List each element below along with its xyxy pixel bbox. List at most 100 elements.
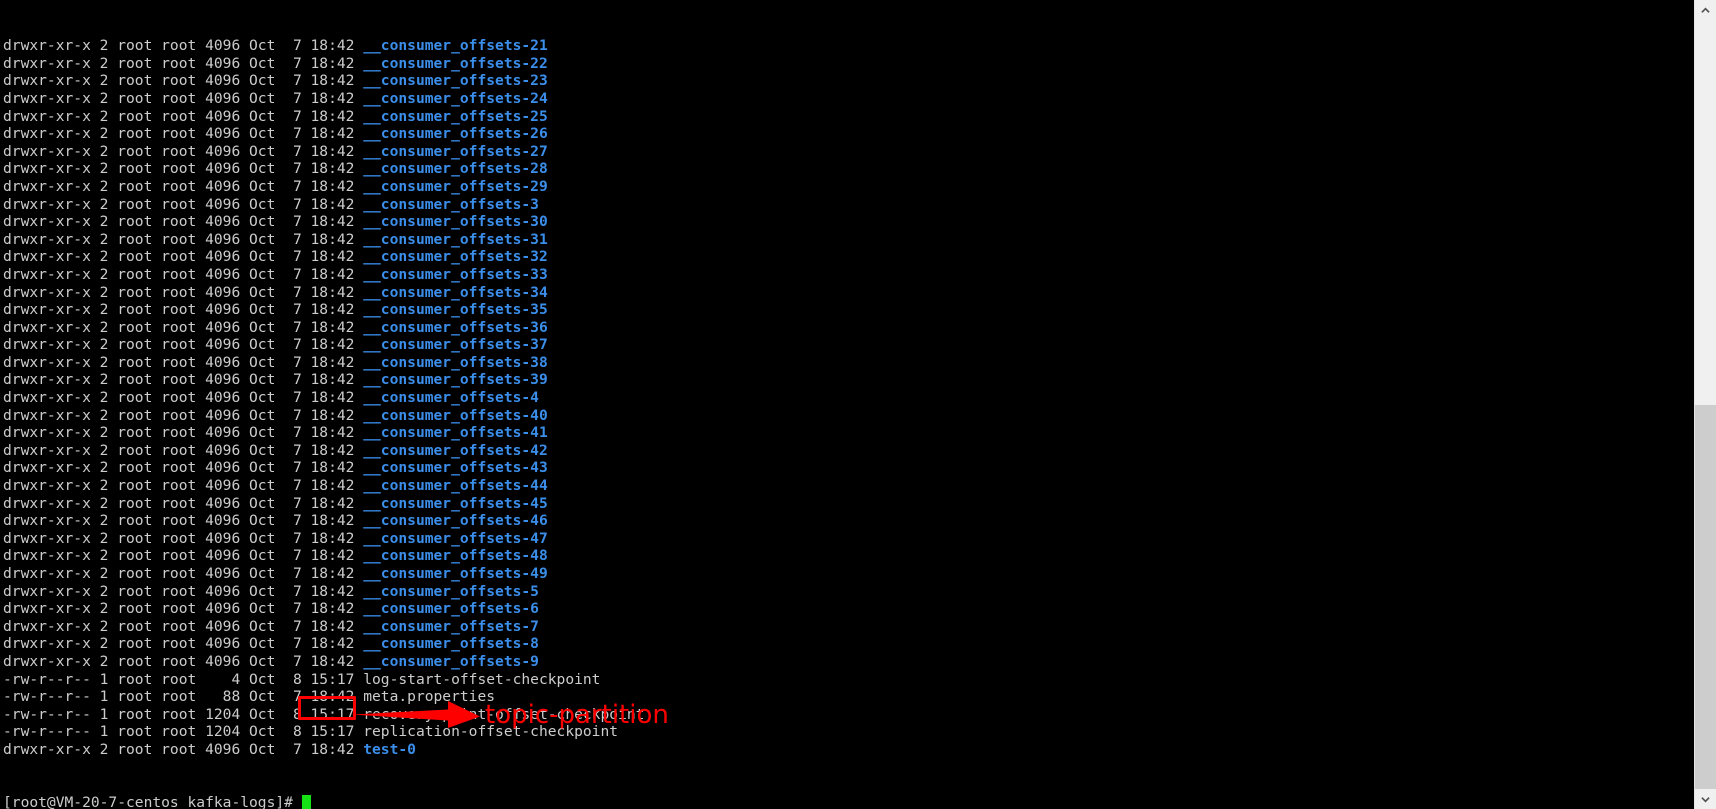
listing-row-name: __consumer_offsets-3 [363, 195, 539, 213]
listing-row-meta: drwxr-xr-x 2 root root 4096 Oct 7 18:42 [3, 652, 364, 670]
listing-row: drwxr-xr-x 2 root root 4096 Oct 7 18:42 … [3, 424, 1694, 442]
listing-row-meta: drwxr-xr-x 2 root root 4096 Oct 7 18:42 [3, 301, 364, 319]
listing-row: drwxr-xr-x 2 root root 4096 Oct 7 18:42 … [3, 389, 1694, 407]
listing-row-meta: drwxr-xr-x 2 root root 4096 Oct 7 18:42 [3, 371, 364, 389]
listing-row: -rw-r--r-- 1 root root 88 Oct 7 18:42 me… [3, 688, 1694, 706]
vertical-scrollbar[interactable] [1694, 0, 1716, 809]
listing-row-name: __consumer_offsets-45 [363, 494, 548, 512]
listing-row-meta: drwxr-xr-x 2 root root 4096 Oct 7 18:42 [3, 72, 364, 90]
terminal-output[interactable]: drwxr-xr-x 2 root root 4096 Oct 7 18:42 … [0, 0, 1694, 809]
listing-row: drwxr-xr-x 2 root root 4096 Oct 7 18:42 … [3, 407, 1694, 425]
listing-row: drwxr-xr-x 2 root root 4096 Oct 7 18:42 … [3, 477, 1694, 495]
listing-row: drwxr-xr-x 2 root root 4096 Oct 7 18:42 … [3, 90, 1694, 108]
listing-row-meta: drwxr-xr-x 2 root root 4096 Oct 7 18:42 [3, 336, 364, 354]
listing-row: drwxr-xr-x 2 root root 4096 Oct 7 18:42 … [3, 600, 1694, 618]
listing-row-meta: drwxr-xr-x 2 root root 4096 Oct 7 18:42 [3, 125, 364, 143]
listing-row-name: __consumer_offsets-25 [363, 107, 548, 125]
listing-row-name: __consumer_offsets-27 [363, 142, 548, 160]
listing-row: -rw-r--r-- 1 root root 1204 Oct 8 15:17 … [3, 723, 1694, 741]
listing-row-name: __consumer_offsets-43 [363, 459, 548, 477]
listing-row: drwxr-xr-x 2 root root 4096 Oct 7 18:42 … [3, 635, 1694, 653]
listing-row-meta: -rw-r--r-- 1 root root 4 Oct 8 15:17 [3, 670, 364, 688]
listing-row: drwxr-xr-x 2 root root 4096 Oct 7 18:42 … [3, 266, 1694, 284]
listing-row: drwxr-xr-x 2 root root 4096 Oct 7 18:42 … [3, 108, 1694, 126]
listing-row-meta: drwxr-xr-x 2 root root 4096 Oct 7 18:42 [3, 565, 364, 582]
scroll-down-button[interactable] [1695, 789, 1716, 809]
listing-row-name: __consumer_offsets-4 [363, 389, 539, 407]
listing-row: drwxr-xr-x 2 root root 4096 Oct 7 18:42 … [3, 442, 1694, 460]
listing-row: drwxr-xr-x 2 root root 4096 Oct 7 18:42 … [3, 354, 1694, 372]
listing-row-meta: drwxr-xr-x 2 root root 4096 Oct 7 18:42 [3, 37, 364, 55]
listing-row: drwxr-xr-x 2 root root 4096 Oct 7 18:42 … [3, 37, 1694, 55]
listing-row: drwxr-xr-x 2 root root 4096 Oct 7 18:42 … [3, 143, 1694, 161]
listing-row-name: __consumer_offsets-34 [363, 283, 548, 301]
listing-row-name: __consumer_offsets-38 [363, 353, 548, 371]
listing-row-meta: drwxr-xr-x 2 root root 4096 Oct 7 18:42 [3, 142, 364, 160]
listing-row-meta: drwxr-xr-x 2 root root 4096 Oct 7 18:42 [3, 459, 364, 477]
listing-row-meta: drwxr-xr-x 2 root root 4096 Oct 7 18:42 [3, 230, 364, 248]
listing-row-meta: -rw-r--r-- 1 root root 1204 Oct 8 15:17 [3, 705, 364, 723]
listing-row: drwxr-xr-x 2 root root 4096 Oct 7 18:42 … [3, 301, 1694, 319]
listing-row-name: __consumer_offsets-33 [363, 265, 548, 283]
listing-row-name: __consumer_offsets-31 [363, 230, 548, 248]
listing-row-meta: drwxr-xr-x 2 root root 4096 Oct 7 18:42 [3, 213, 364, 231]
directory-listing: drwxr-xr-x 2 root root 4096 Oct 7 18:42 … [3, 37, 1694, 758]
listing-row: drwxr-xr-x 2 root root 4096 Oct 7 18:42 … [3, 55, 1694, 73]
listing-row-meta: drwxr-xr-x 2 root root 4096 Oct 7 18:42 [3, 582, 364, 600]
listing-row: drwxr-xr-x 2 root root 4096 Oct 7 18:42 … [3, 125, 1694, 143]
listing-row-name: __consumer_offsets-44 [363, 477, 548, 495]
listing-row: drwxr-xr-x 2 root root 4096 Oct 7 18:42 … [3, 178, 1694, 196]
listing-row-meta: drwxr-xr-x 2 root root 4096 Oct 7 18:42 [3, 353, 364, 371]
listing-row-meta: drwxr-xr-x 2 root root 4096 Oct 7 18:42 [3, 547, 364, 565]
listing-row-name: __consumer_offsets-7 [363, 617, 539, 635]
listing-row-meta: drwxr-xr-x 2 root root 4096 Oct 7 18:42 [3, 512, 364, 530]
listing-row-meta: drwxr-xr-x 2 root root 4096 Oct 7 18:42 [3, 441, 364, 459]
listing-row-meta: drwxr-xr-x 2 root root 4096 Oct 7 18:42 [3, 406, 364, 424]
listing-row-name: __consumer_offsets-47 [363, 529, 548, 547]
shell-prompt-row[interactable]: [root@VM-20-7-centos kafka-logs]# [3, 794, 1694, 809]
listing-row-meta: drwxr-xr-x 2 root root 4096 Oct 7 18:42 [3, 54, 364, 72]
listing-row-meta: drwxr-xr-x 2 root root 4096 Oct 7 18:42 [3, 424, 364, 442]
listing-row: drwxr-xr-x 2 root root 4096 Oct 7 18:42 … [3, 371, 1694, 389]
listing-row-name: __consumer_offsets-35 [363, 301, 548, 319]
listing-row-meta: drwxr-xr-x 2 root root 4096 Oct 7 18:42 [3, 107, 364, 125]
scrollbar-thumb[interactable] [1695, 405, 1716, 789]
listing-row-name: __consumer_offsets-24 [363, 89, 548, 107]
listing-row-name: __consumer_offsets-48 [363, 547, 548, 565]
listing-row: drwxr-xr-x 2 root root 4096 Oct 7 18:42 … [3, 741, 1694, 759]
listing-row-meta: drwxr-xr-x 2 root root 4096 Oct 7 18:42 [3, 160, 364, 178]
listing-row: drwxr-xr-x 2 root root 4096 Oct 7 18:42 … [3, 284, 1694, 302]
listing-row-name: __consumer_offsets-49 [363, 565, 548, 582]
listing-row-name: __consumer_offsets-40 [363, 406, 548, 424]
scroll-up-button[interactable] [1695, 0, 1716, 20]
listing-row-meta: drwxr-xr-x 2 root root 4096 Oct 7 18:42 [3, 248, 364, 266]
listing-row-name: __consumer_offsets-32 [363, 248, 548, 266]
listing-row-meta: drwxr-xr-x 2 root root 4096 Oct 7 18:42 [3, 89, 364, 107]
chevron-down-icon [1701, 796, 1710, 802]
listing-row-name: log-start-offset-checkpoint [363, 670, 601, 688]
listing-row: -rw-r--r-- 1 root root 4 Oct 8 15:17 log… [3, 671, 1694, 689]
listing-row-name: __consumer_offsets-22 [363, 54, 548, 72]
listing-row-meta: -rw-r--r-- 1 root root 88 Oct 7 18:42 [3, 688, 364, 706]
listing-row: drwxr-xr-x 2 root root 4096 Oct 7 18:42 … [3, 231, 1694, 249]
listing-row: drwxr-xr-x 2 root root 4096 Oct 7 18:42 … [3, 72, 1694, 90]
listing-row: drwxr-xr-x 2 root root 4096 Oct 7 18:42 … [3, 530, 1694, 548]
text-cursor [301, 794, 311, 809]
listing-row-meta: drwxr-xr-x 2 root root 4096 Oct 7 18:42 [3, 494, 364, 512]
listing-row-name: __consumer_offsets-8 [363, 635, 539, 653]
listing-row-meta: drwxr-xr-x 2 root root 4096 Oct 7 18:42 [3, 195, 364, 213]
listing-row-name: __consumer_offsets-41 [363, 424, 548, 442]
listing-row: drwxr-xr-x 2 root root 4096 Oct 7 18:42 … [3, 248, 1694, 266]
listing-row: drwxr-xr-x 2 root root 4096 Oct 7 18:42 … [3, 336, 1694, 354]
listing-row-meta: -rw-r--r-- 1 root root 1204 Oct 8 15:17 [3, 723, 364, 741]
listing-row-meta: drwxr-xr-x 2 root root 4096 Oct 7 18:42 [3, 529, 364, 547]
listing-row: drwxr-xr-x 2 root root 4096 Oct 7 18:42 … [3, 653, 1694, 671]
screen: drwxr-xr-x 2 root root 4096 Oct 7 18:42 … [0, 0, 1716, 809]
listing-row: drwxr-xr-x 2 root root 4096 Oct 7 18:42 … [3, 213, 1694, 231]
listing-row-name: __consumer_offsets-6 [363, 600, 539, 618]
listing-row-name: __consumer_offsets-39 [363, 371, 548, 389]
listing-row-meta: drwxr-xr-x 2 root root 4096 Oct 7 18:42 [3, 617, 364, 635]
listing-row-name: __consumer_offsets-28 [363, 160, 548, 178]
listing-row: -rw-r--r-- 1 root root 1204 Oct 8 15:17 … [3, 706, 1694, 724]
listing-row: drwxr-xr-x 2 root root 4096 Oct 7 18:42 … [3, 160, 1694, 178]
